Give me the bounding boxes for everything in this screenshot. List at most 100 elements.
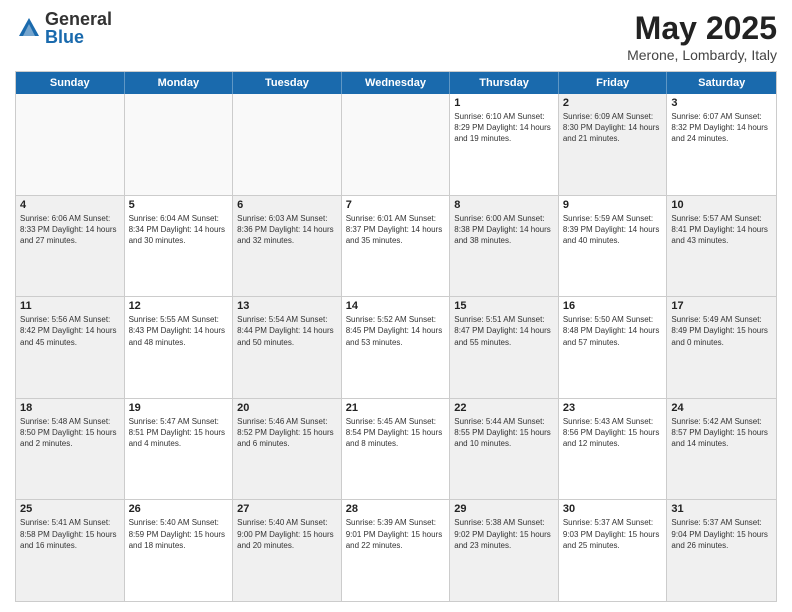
calendar-cell: 7Sunrise: 6:01 AM Sunset: 8:37 PM Daylig… (342, 196, 451, 297)
calendar-cell: 15Sunrise: 5:51 AM Sunset: 8:47 PM Dayli… (450, 297, 559, 398)
day-info: Sunrise: 5:41 AM Sunset: 8:58 PM Dayligh… (20, 517, 120, 551)
day-number: 26 (129, 503, 229, 515)
day-info: Sunrise: 5:38 AM Sunset: 9:02 PM Dayligh… (454, 517, 554, 551)
logo: General Blue (15, 10, 112, 46)
day-info: Sunrise: 5:55 AM Sunset: 8:43 PM Dayligh… (129, 314, 229, 348)
calendar-cell: 29 Sunrise: 5:38 AM Sunset: 9:02 PM Dayli… (450, 500, 559, 601)
day-info: Sunrise: 5:54 AM Sunset: 8:44 PM Dayligh… (237, 314, 337, 348)
day-number: 14 (346, 300, 446, 312)
day-info: Sunrise: 5:44 AM Sunset: 8:55 PM Dayligh… (454, 416, 554, 450)
calendar-header-cell: Sunday (16, 72, 125, 94)
calendar-cell: 14 Sunrise: 5:52 AM Sunset: 8:45 PM Dayli… (342, 297, 451, 398)
title-block: May 2025 Merone, Lombardy, Italy (627, 10, 777, 63)
calendar-cell: 5Sunrise: 6:04 AM Sunset: 8:34 PM Daylig… (125, 196, 234, 297)
day-number: 3 (671, 97, 772, 109)
day-info: Sunrise: 5:39 AM Sunset: 9:01 PM Dayligh… (346, 517, 446, 551)
calendar-cell: 10Sunrise: 5:57 AM Sunset: 8:41 PM Dayli… (667, 196, 776, 297)
day-number: 22 (454, 402, 554, 414)
calendar-week: 18 Sunrise: 5:48 AM Sunset: 8:50 PM Dayli… (16, 399, 776, 501)
day-number: 31 (671, 503, 772, 515)
day-number: 16 (563, 300, 663, 312)
day-info: Sunrise: 6:03 AM Sunset: 8:36 PM Dayligh… (237, 213, 337, 247)
calendar-cell: 24 Sunrise: 5:42 AM Sunset: 8:57 PM Dayli… (667, 399, 776, 500)
calendar-cell: 20 Sunrise: 5:46 AM Sunset: 8:52 PM Dayli… (233, 399, 342, 500)
calendar-cell: 12 Sunrise: 5:55 AM Sunset: 8:43 PM Dayli… (125, 297, 234, 398)
subtitle: Merone, Lombardy, Italy (627, 47, 777, 63)
day-info: Sunrise: 6:10 AM Sunset: 8:29 PM Dayligh… (454, 111, 554, 145)
calendar-body: 1 Sunrise: 6:10 AM Sunset: 8:29 PM Daylig… (16, 94, 776, 601)
day-number: 9 (563, 199, 663, 211)
day-info: Sunrise: 5:47 AM Sunset: 8:51 PM Dayligh… (129, 416, 229, 450)
day-info: Sunrise: 5:51 AM Sunset: 8:47 PM Dayligh… (454, 314, 554, 348)
day-number: 4 (20, 199, 120, 211)
calendar-header-cell: Tuesday (233, 72, 342, 94)
calendar-cell: 26 Sunrise: 5:40 AM Sunset: 8:59 PM Dayli… (125, 500, 234, 601)
calendar-header-cell: Thursday (450, 72, 559, 94)
day-info: Sunrise: 5:57 AM Sunset: 8:41 PM Dayligh… (671, 213, 772, 247)
day-info: Sunrise: 6:01 AM Sunset: 8:37 PM Dayligh… (346, 213, 446, 247)
calendar-header: SundayMondayTuesdayWednesdayThursdayFrid… (16, 72, 776, 94)
calendar-cell: 9 Sunrise: 5:59 AM Sunset: 8:39 PM Daylig… (559, 196, 668, 297)
logo-general: General (45, 10, 112, 28)
day-number: 28 (346, 503, 446, 515)
day-info: Sunrise: 6:00 AM Sunset: 8:38 PM Dayligh… (454, 213, 554, 247)
calendar-cell (233, 94, 342, 195)
calendar-cell: 4 Sunrise: 6:06 AM Sunset: 8:33 PM Daylig… (16, 196, 125, 297)
calendar-week: 4 Sunrise: 6:06 AM Sunset: 8:33 PM Daylig… (16, 196, 776, 298)
calendar-cell (16, 94, 125, 195)
day-number: 25 (20, 503, 120, 515)
day-number: 17 (671, 300, 772, 312)
day-info: Sunrise: 5:50 AM Sunset: 8:48 PM Dayligh… (563, 314, 663, 348)
day-info: Sunrise: 5:45 AM Sunset: 8:54 PM Dayligh… (346, 416, 446, 450)
day-info: Sunrise: 5:49 AM Sunset: 8:49 PM Dayligh… (671, 314, 772, 348)
day-number: 1 (454, 97, 554, 109)
day-number: 12 (129, 300, 229, 312)
day-number: 20 (237, 402, 337, 414)
calendar-week: 25 Sunrise: 5:41 AM Sunset: 8:58 PM Dayli… (16, 500, 776, 601)
day-info: Sunrise: 5:40 AM Sunset: 8:59 PM Dayligh… (129, 517, 229, 551)
calendar: SundayMondayTuesdayWednesdayThursdayFrid… (15, 71, 777, 602)
calendar-cell: 8 Sunrise: 6:00 AM Sunset: 8:38 PM Daylig… (450, 196, 559, 297)
day-info: Sunrise: 5:59 AM Sunset: 8:39 PM Dayligh… (563, 213, 663, 247)
calendar-cell: 18 Sunrise: 5:48 AM Sunset: 8:50 PM Dayli… (16, 399, 125, 500)
header: General Blue May 2025 Merone, Lombardy, … (15, 10, 777, 63)
calendar-cell: 22 Sunrise: 5:44 AM Sunset: 8:55 PM Dayli… (450, 399, 559, 500)
day-number: 18 (20, 402, 120, 414)
calendar-cell: 27 Sunrise: 5:40 AM Sunset: 9:00 PM Dayli… (233, 500, 342, 601)
logo-icon (15, 14, 43, 42)
day-number: 23 (563, 402, 663, 414)
calendar-cell: 21Sunrise: 5:45 AM Sunset: 8:54 PM Dayli… (342, 399, 451, 500)
calendar-header-cell: Friday (559, 72, 668, 94)
day-number: 13 (237, 300, 337, 312)
calendar-cell (342, 94, 451, 195)
page: General Blue May 2025 Merone, Lombardy, … (0, 0, 792, 612)
calendar-cell: 2Sunrise: 6:09 AM Sunset: 8:30 PM Daylig… (559, 94, 668, 195)
calendar-cell: 25 Sunrise: 5:41 AM Sunset: 8:58 PM Dayli… (16, 500, 125, 601)
calendar-cell: 30 Sunrise: 5:37 AM Sunset: 9:03 PM Dayli… (559, 500, 668, 601)
day-number: 30 (563, 503, 663, 515)
logo-text: General Blue (45, 10, 112, 46)
day-number: 11 (20, 300, 120, 312)
day-number: 24 (671, 402, 772, 414)
day-number: 29 (454, 503, 554, 515)
day-info: Sunrise: 5:37 AM Sunset: 9:03 PM Dayligh… (563, 517, 663, 551)
calendar-cell: 6Sunrise: 6:03 AM Sunset: 8:36 PM Daylig… (233, 196, 342, 297)
day-info: Sunrise: 6:06 AM Sunset: 8:33 PM Dayligh… (20, 213, 120, 247)
day-info: Sunrise: 5:40 AM Sunset: 9:00 PM Dayligh… (237, 517, 337, 551)
calendar-week: 1 Sunrise: 6:10 AM Sunset: 8:29 PM Daylig… (16, 94, 776, 196)
day-number: 8 (454, 199, 554, 211)
calendar-header-cell: Monday (125, 72, 234, 94)
calendar-cell: 17 Sunrise: 5:49 AM Sunset: 8:49 PM Dayli… (667, 297, 776, 398)
calendar-cell: 3Sunrise: 6:07 AM Sunset: 8:32 PM Daylig… (667, 94, 776, 195)
day-number: 2 (563, 97, 663, 109)
calendar-cell: 16 Sunrise: 5:50 AM Sunset: 8:48 PM Dayli… (559, 297, 668, 398)
day-number: 19 (129, 402, 229, 414)
day-info: Sunrise: 5:52 AM Sunset: 8:45 PM Dayligh… (346, 314, 446, 348)
calendar-header-cell: Wednesday (342, 72, 451, 94)
day-info: Sunrise: 5:46 AM Sunset: 8:52 PM Dayligh… (237, 416, 337, 450)
day-info: Sunrise: 5:42 AM Sunset: 8:57 PM Dayligh… (671, 416, 772, 450)
day-info: Sunrise: 5:48 AM Sunset: 8:50 PM Dayligh… (20, 416, 120, 450)
day-number: 27 (237, 503, 337, 515)
calendar-cell: 28 Sunrise: 5:39 AM Sunset: 9:01 PM Dayli… (342, 500, 451, 601)
logo-blue: Blue (45, 28, 112, 46)
